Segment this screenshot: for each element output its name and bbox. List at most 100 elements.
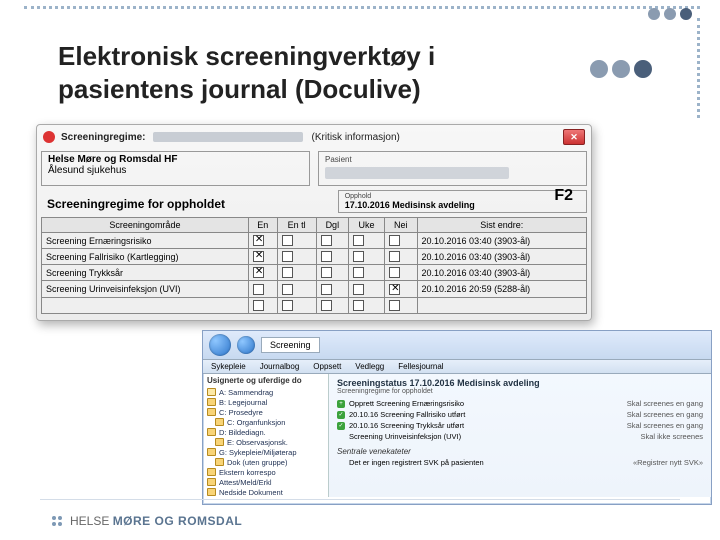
table-row: Screening Fallrisiko (Kartlegging)20.10.… <box>42 249 587 265</box>
tree-item[interactable]: C: Prosedyre <box>207 407 324 417</box>
col-sist: Sist endre: <box>417 218 586 233</box>
checkbox[interactable] <box>353 235 364 246</box>
checkbox[interactable] <box>321 267 332 278</box>
col-en: En <box>248 218 277 233</box>
folder-icon <box>207 468 216 476</box>
folder-icon <box>207 478 216 486</box>
f2-badge: F2 <box>554 187 573 205</box>
patient-cell: Pasient <box>318 151 587 186</box>
checkbox[interactable] <box>389 235 400 246</box>
breadcrumb[interactable]: Screening <box>261 337 320 353</box>
checkbox[interactable] <box>389 284 400 295</box>
back-button[interactable] <box>209 334 231 356</box>
panel-row[interactable]: Screening Urinveisinfeksjon (UVI)Skal ik… <box>337 432 703 441</box>
tree-item[interactable]: E: Observasjonsk. <box>207 437 324 447</box>
panel-row[interactable]: Det er ingen registrert SVK på pasienten… <box>337 458 703 467</box>
col-nei: Nei <box>385 218 417 233</box>
checkbox[interactable] <box>282 284 293 295</box>
checkbox[interactable] <box>282 267 293 278</box>
folder-icon <box>207 488 216 496</box>
panel-row[interactable]: ✓20.10.16 Screening Trykksår utførtSkal … <box>337 421 703 430</box>
checkbox[interactable] <box>353 267 364 278</box>
folder-icon <box>207 428 216 436</box>
tab-journalbog[interactable]: Journalbog <box>260 362 300 371</box>
col-uke: Uke <box>349 218 385 233</box>
checkbox[interactable] <box>253 300 264 311</box>
checkbox[interactable] <box>353 284 364 295</box>
brand-logo: HELSE MØRE OG ROMSDAL <box>52 514 242 528</box>
browser-tabs: Sykepleie Journalbog Oppsett Vedlegg Fel… <box>203 360 711 374</box>
forward-button[interactable] <box>237 336 255 354</box>
tree-header: Usignerte og uferdige do <box>207 376 324 385</box>
table-row <box>42 297 587 313</box>
panel-row[interactable]: ✓20.10.16 Screening Fallrisiko utførtSka… <box>337 410 703 419</box>
tab-fellesjournal[interactable]: Fellesjournal <box>398 362 443 371</box>
title-line-1: Elektronisk screeningverktøy i <box>58 41 435 71</box>
opphold-label: Opphold <box>345 193 580 200</box>
checkbox[interactable] <box>353 300 364 311</box>
tree-item[interactable]: Attest/Meld/Erkl <box>207 477 324 487</box>
table-row: Screening Urinveisinfeksjon (UVI)20.10.2… <box>42 281 587 297</box>
checkbox[interactable] <box>282 251 293 262</box>
row-name <box>42 297 249 313</box>
checkbox[interactable] <box>389 300 400 311</box>
folder-icon <box>215 458 224 466</box>
checkbox[interactable] <box>321 235 332 246</box>
org-cell: Helse Møre og Romsdal HF Ålesund sjukehu… <box>41 151 310 186</box>
checkbox[interactable] <box>253 235 264 246</box>
redacted-patient <box>325 167 509 179</box>
folder-icon <box>207 448 216 456</box>
tab-oppsett[interactable]: Oppsett <box>313 362 341 371</box>
tree-item[interactable]: Dok (uten gruppe) <box>207 457 324 467</box>
checkbox[interactable] <box>282 300 293 311</box>
modal-header: Screeningregime for oppholdet <box>47 197 324 211</box>
footer-separator <box>40 499 680 500</box>
checkbox[interactable] <box>321 300 332 311</box>
col-entl: En tl <box>277 218 316 233</box>
checkbox[interactable] <box>321 284 332 295</box>
checkbox[interactable] <box>321 251 332 262</box>
modal-label: Screeningregime: <box>61 132 145 143</box>
screening-modal: Screeningregime: (Kritisk informasjon) ✕… <box>36 124 592 321</box>
close-button[interactable]: ✕ <box>563 129 585 145</box>
folder-icon <box>215 438 224 446</box>
folder-icon <box>207 388 216 396</box>
decor-circles-top <box>648 8 692 20</box>
tree-item[interactable]: C: Organfunksjon <box>207 417 324 427</box>
decor-circles-mid <box>590 60 652 78</box>
panel-row[interactable]: +Opprett Screening ErnæringsrisikoSkal s… <box>337 399 703 408</box>
modal-info-grid: Helse Møre og Romsdal HF Ålesund sjukehu… <box>37 149 591 188</box>
table-row: Screening Trykksår20.10.2016 03:40 (3903… <box>42 265 587 281</box>
tree-item[interactable]: Ekstern korrespo <box>207 467 324 477</box>
check-icon: ✓ <box>337 422 345 430</box>
tree-item[interactable]: A: Sammendrag <box>207 387 324 397</box>
checkbox[interactable] <box>253 284 264 295</box>
checkbox[interactable] <box>253 267 264 278</box>
checkbox[interactable] <box>389 251 400 262</box>
slide-title: Elektronisk screeningverktøy i pasienten… <box>58 40 435 105</box>
panel-subheader: Screeningregime for oppholdet <box>337 388 703 395</box>
tree-item[interactable]: B: Legejournal <box>207 397 324 407</box>
plus-icon: + <box>337 400 345 408</box>
checkbox[interactable] <box>253 251 264 262</box>
tab-vedlegg[interactable]: Vedlegg <box>355 362 384 371</box>
tree-item[interactable]: D: Bildediagn. <box>207 427 324 437</box>
checkbox[interactable] <box>389 267 400 278</box>
row-ts: 20.10.2016 20:59 (5288-ål) <box>417 281 586 297</box>
panel-header: Screeningstatus 17.10.2016 Medisinsk avd… <box>337 378 703 388</box>
checkbox[interactable] <box>282 235 293 246</box>
panel-section: Sentrale venekateter <box>337 447 703 456</box>
warning-icon <box>43 131 55 143</box>
checkbox[interactable] <box>353 251 364 262</box>
tree-item[interactable]: Nedside Dokument <box>207 487 324 497</box>
org-name: Helse Møre og Romsdal HF <box>48 154 177 165</box>
opphold-value: 17.10.2016 Medisinsk avdeling <box>345 200 475 210</box>
modal-titlebar: Screeningregime: (Kritisk informasjon) ✕ <box>37 125 591 149</box>
row-ts: 20.10.2016 03:40 (3903-ål) <box>417 249 586 265</box>
tree-item[interactable]: G: Sykepleie/Miljøterap <box>207 447 324 457</box>
folder-icon <box>215 418 224 426</box>
logo-icon <box>52 516 62 526</box>
col-area: Screeningområde <box>42 218 249 233</box>
patient-label: Pasient <box>325 155 352 164</box>
tab-sykepleie[interactable]: Sykepleie <box>211 362 246 371</box>
